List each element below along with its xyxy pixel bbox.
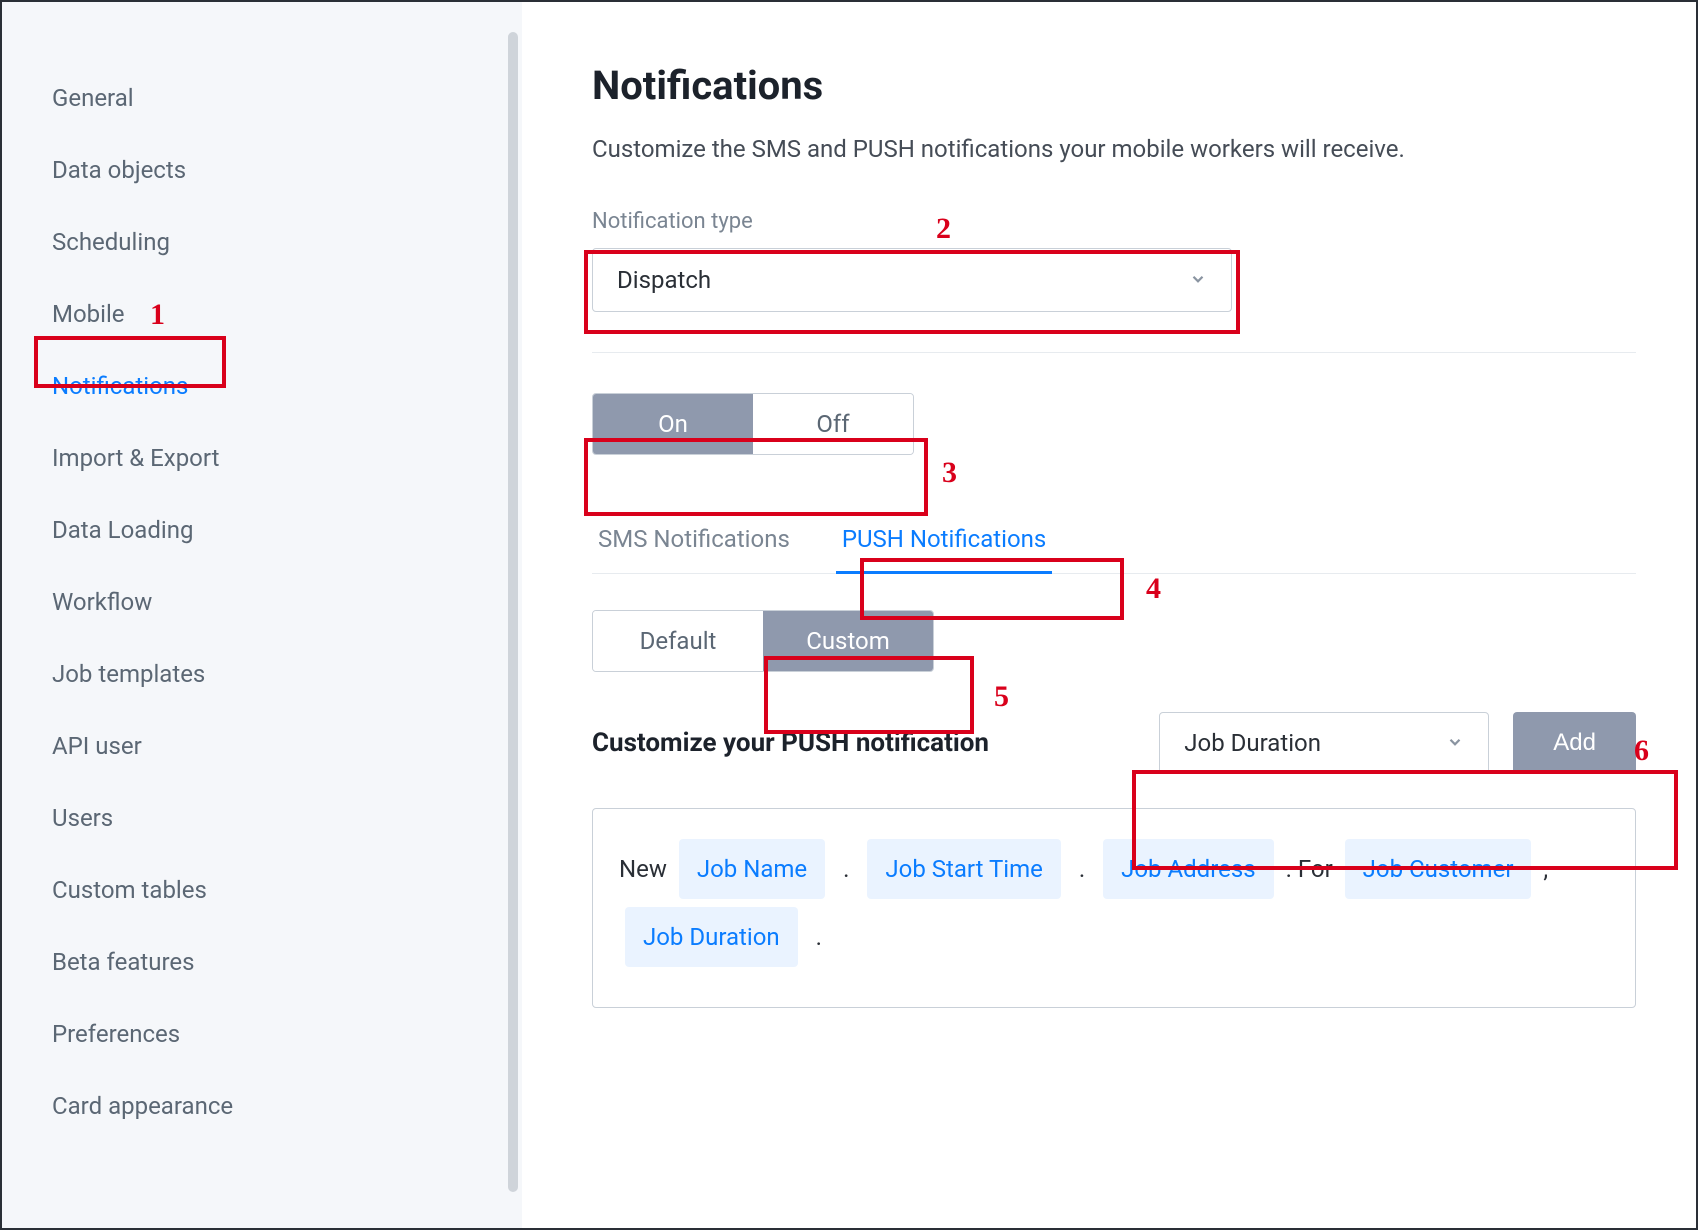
sidebar-item-card-appearance[interactable]: Card appearance	[2, 1070, 522, 1142]
add-field-button[interactable]: Add	[1513, 712, 1636, 774]
token-job-name[interactable]: Job Name	[679, 839, 825, 899]
notification-type-select[interactable]: Dispatch	[592, 248, 1232, 312]
sidebar-item-general[interactable]: General	[2, 62, 522, 134]
settings-sidebar[interactable]: General Data objects Scheduling Mobile N…	[2, 2, 522, 1228]
sidebar-item-mobile[interactable]: Mobile	[2, 278, 522, 350]
sidebar-item-preferences[interactable]: Preferences	[2, 998, 522, 1070]
sidebar-item-data-loading[interactable]: Data Loading	[2, 494, 522, 566]
sidebar-item-workflow[interactable]: Workflow	[2, 566, 522, 638]
sidebar-item-custom-tables[interactable]: Custom tables	[2, 854, 522, 926]
token-job-duration[interactable]: Job Duration	[625, 907, 798, 967]
page-description: Customize the SMS and PUSH notifications…	[592, 135, 1636, 163]
token-job-start-time[interactable]: Job Start Time	[867, 839, 1061, 899]
field-select[interactable]: Job Duration	[1159, 712, 1489, 774]
notification-type-value: Dispatch	[617, 266, 711, 294]
on-button[interactable]: On	[593, 394, 753, 454]
message-composer[interactable]: New Job Name . Job Start Time . Job Addr…	[592, 808, 1636, 1008]
sidebar-item-import-export[interactable]: Import & Export	[2, 422, 522, 494]
token-job-address[interactable]: Job Address	[1103, 839, 1274, 899]
section-divider	[592, 352, 1636, 353]
field-select-value: Job Duration	[1184, 729, 1321, 757]
on-off-toggle[interactable]: On Off	[592, 393, 914, 455]
tab-sms[interactable]: SMS Notifications	[592, 509, 796, 573]
message-mode-toggle[interactable]: Default Custom	[592, 610, 934, 672]
sidebar-item-notifications[interactable]: Notifications	[2, 350, 522, 422]
tab-push[interactable]: PUSH Notifications	[836, 509, 1052, 573]
composer-separator: .	[843, 855, 849, 883]
sidebar-item-scheduling[interactable]: Scheduling	[2, 206, 522, 278]
composer-text-new: New	[619, 855, 667, 883]
composer-text-comma: ,	[1543, 855, 1548, 883]
sidebar-item-api-user[interactable]: API user	[2, 710, 522, 782]
main-content: Notifications Customize the SMS and PUSH…	[542, 2, 1696, 1228]
notification-type-label: Notification type	[592, 209, 1636, 234]
composer-separator: .	[816, 923, 822, 951]
composer-separator: .	[1079, 855, 1085, 883]
sidebar-item-job-templates[interactable]: Job templates	[2, 638, 522, 710]
composer-text-for: . For	[1286, 855, 1333, 883]
channel-tabs: SMS Notifications PUSH Notifications	[592, 509, 1636, 574]
sidebar-item-beta-features[interactable]: Beta features	[2, 926, 522, 998]
off-button[interactable]: Off	[753, 394, 913, 454]
page-title: Notifications	[592, 62, 1636, 109]
custom-mode-button[interactable]: Custom	[763, 611, 933, 671]
chevron-down-icon	[1446, 729, 1464, 757]
default-mode-button[interactable]: Default	[593, 611, 763, 671]
chevron-down-icon	[1189, 266, 1207, 294]
sidebar-scrollbar[interactable]	[508, 32, 518, 1192]
token-job-customer[interactable]: Job Customer	[1345, 839, 1532, 899]
sidebar-item-users[interactable]: Users	[2, 782, 522, 854]
customize-heading: Customize your PUSH notification	[592, 728, 1129, 758]
sidebar-item-data-objects[interactable]: Data objects	[2, 134, 522, 206]
